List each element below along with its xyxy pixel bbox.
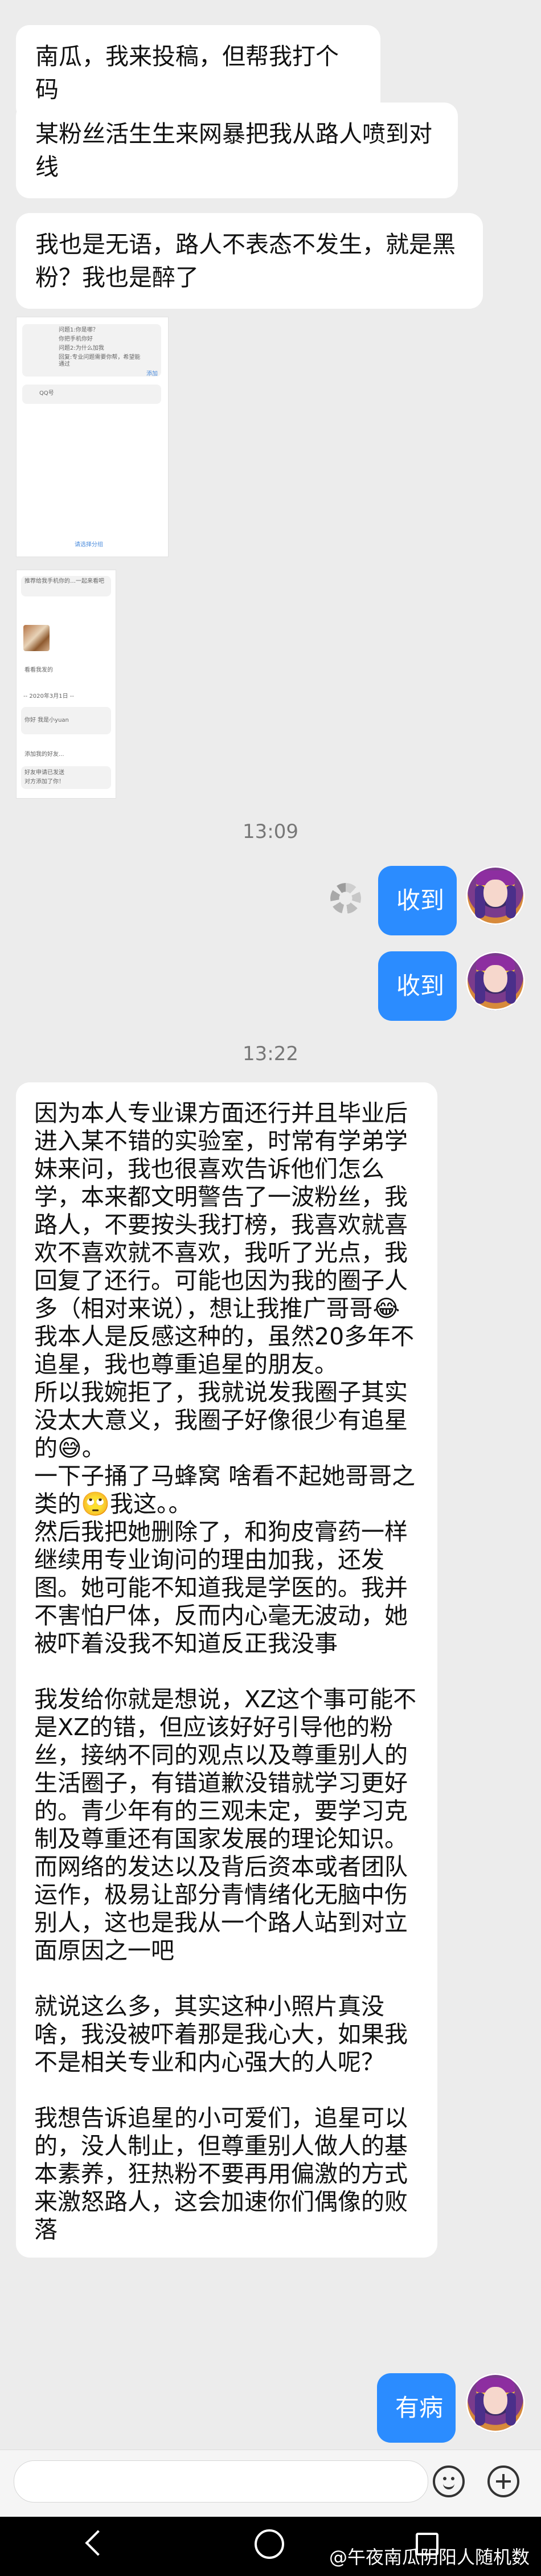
screenshot-text: 你把手机你好 [59, 336, 93, 342]
screenshot-text: 看看我发的 [24, 667, 53, 673]
screenshot-text: 问题2:为什么加我 [59, 345, 104, 351]
screenshot-text: 好友申请已发送 [24, 770, 64, 776]
emoji-icon[interactable] [433, 2465, 465, 2497]
loading-spinner-icon [330, 883, 361, 914]
user-avatar[interactable] [466, 866, 525, 925]
screenshot-text: 回复:专业问题需要你帮，希望能通过 [59, 354, 141, 367]
sent-message-bubble-1: 收到 [378, 866, 457, 935]
message-bubble-3: 我也是无语，路人不表态不发生，就是黑粉？我也是醉了 [16, 213, 483, 309]
screenshot-text: 问题1:你是哪？ [59, 327, 99, 333]
screenshot-text: -- 2020年3月1日 -- [23, 693, 74, 700]
user-avatar[interactable] [466, 951, 525, 1011]
screenshot-text: 推荐给我手机你的…一起来看吧 [24, 578, 104, 584]
user-avatar[interactable] [466, 2373, 525, 2432]
watermark: @午夜南瓜阴阳人随机数 [329, 2546, 530, 2568]
back-icon[interactable] [85, 2530, 111, 2556]
sent-message-bubble-2: 收到 [378, 951, 457, 1021]
plus-icon[interactable] [487, 2465, 519, 2497]
timestamp: 13:09 [243, 820, 298, 843]
attached-screenshot-2[interactable]: 推荐给我手机你的…一起来看吧 看看我发的 -- 2020年3月1日 -- 你好 … [16, 570, 116, 799]
screenshot-text: 对方添加了你！ [24, 779, 64, 785]
screenshot-text: QQ号 [39, 390, 54, 396]
attached-screenshot-1[interactable]: 问题1:你是哪？ 你把手机你好 问题2:为什么加我 回复:专业问题需要你帮，希望… [16, 317, 169, 557]
timestamp: 13:22 [243, 1042, 298, 1065]
screenshot-button: 添加 [146, 371, 158, 377]
message-bubble-2: 某粉丝活生生来网暴把我从路人喷到对线 [16, 103, 458, 198]
message-input-bar [0, 2450, 541, 2517]
screenshot-text: 你好 我是小yuan [24, 717, 69, 723]
home-icon[interactable] [255, 2529, 284, 2559]
screenshot-footer: 请选择分组 [75, 542, 103, 548]
message-input[interactable] [14, 2460, 428, 2503]
system-navigation-bar: @午夜南瓜阴阳人随机数 [0, 2517, 541, 2576]
sent-message-bubble-3: 有病 [377, 2373, 456, 2443]
message-bubble-long: 因为本人专业课方面还行并且毕业后进入某不错的实验室，时常有学弟学妹来问，我也很喜… [16, 1082, 437, 2258]
screenshot-image-thumbnail [23, 625, 50, 651]
screenshot-text: 添加我的好友... [24, 751, 64, 758]
